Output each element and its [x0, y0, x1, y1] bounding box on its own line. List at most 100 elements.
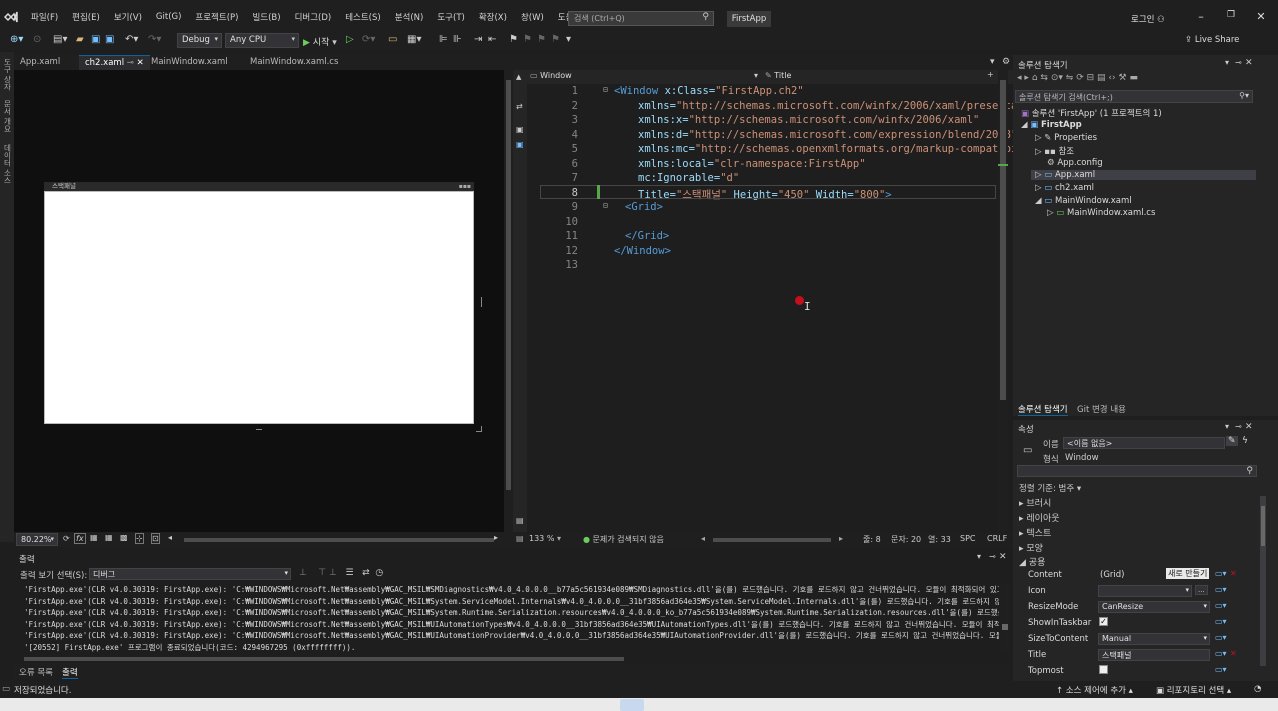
collapsed-icon[interactable]: ▷	[1035, 147, 1042, 157]
menu-test[interactable]: 테스트(S)	[338, 11, 388, 23]
collapse-all-icon[interactable]: ⊟	[1087, 73, 1095, 83]
line-indicator[interactable]: 줄: 8	[863, 534, 881, 545]
bookmark-prev-icon[interactable]: ⚑	[523, 34, 532, 45]
snap-icon[interactable]: ▩	[120, 533, 128, 542]
browse-button[interactable]: ...	[1195, 585, 1208, 595]
forward-icon[interactable]: ▸	[1024, 73, 1029, 83]
editor-horizontal-scrollbar[interactable]	[713, 538, 831, 542]
minimize-button[interactable]: –	[1186, 10, 1216, 23]
expand-icon[interactable]: ◢	[1021, 120, 1028, 130]
properties-icon[interactable]: ⚒	[1119, 73, 1127, 83]
pane-menu-icon[interactable]: ▾	[977, 552, 981, 561]
pin-icon[interactable]: ⊸	[1235, 58, 1242, 67]
new-project-icon[interactable]: ▤▾	[53, 34, 67, 45]
next-message-icon[interactable]: ⊥	[329, 568, 337, 578]
menu-tools[interactable]: 도구(T)	[430, 11, 471, 23]
data-sources-tab[interactable]: 데이터 소스	[2, 144, 13, 184]
property-marker-icon[interactable]: ▭▾	[1215, 617, 1227, 626]
resize-handle-corner[interactable]	[476, 426, 482, 432]
hot-reload-icon[interactable]: ⟳▾	[362, 34, 375, 45]
editor-layout-icon[interactable]: ▤	[516, 534, 524, 543]
start-without-debug-icon[interactable]: ▷	[346, 34, 354, 45]
category-common[interactable]: ◢ 공용	[1019, 555, 1045, 568]
tab-mainwindow-xaml-cs[interactable]: MainWindow.xaml.cs	[244, 55, 344, 70]
line-ending-indicator[interactable]: CRLF	[987, 534, 1007, 543]
category-brush[interactable]: ▸ 브러시	[1019, 496, 1051, 509]
redo-icon[interactable]: ↷▾	[148, 34, 161, 45]
design-vertical-scrollbar[interactable]	[504, 70, 513, 532]
open-icon[interactable]: ▰	[76, 34, 84, 45]
tab-list-icon[interactable]: ▾	[990, 57, 995, 67]
find-message-icon[interactable]: ⊥	[299, 568, 307, 578]
editor-vertical-scrollbar[interactable]	[998, 70, 1008, 532]
pending-changes-icon[interactable]: ⊙▾	[1051, 73, 1063, 83]
clear-all-icon[interactable]: ☰	[345, 568, 353, 578]
new-content-button[interactable]: 새로 만들기	[1166, 568, 1210, 579]
bookmark-next-icon[interactable]: ⚑	[537, 34, 546, 45]
tab-error-list[interactable]: 오류 목록	[19, 666, 53, 678]
tree-project[interactable]: ◢ ▣ FirstApp	[1021, 120, 1082, 130]
menu-window[interactable]: 창(W)	[514, 11, 551, 23]
scroll-left-icon[interactable]: ◂	[701, 534, 705, 543]
sync-icon[interactable]: ⇋	[1066, 73, 1074, 83]
snap-grid-icon[interactable]: ⊹	[135, 533, 144, 544]
config-dropdown[interactable]: Debug ▾	[177, 33, 222, 48]
tree-mainwindow-xaml[interactable]: ◢ ▭ MainWindow.xaml	[1035, 196, 1132, 206]
property-scope-dropdown[interactable]: ✎ Title	[765, 71, 995, 83]
settings-icon[interactable]: ⚙	[1002, 57, 1010, 67]
maximize-button[interactable]: ❐	[1216, 10, 1246, 20]
switch-view-icon[interactable]: ⇆	[1040, 73, 1048, 83]
show-all-icon[interactable]: ▤	[1097, 73, 1106, 83]
resize-handle-right[interactable]	[481, 297, 482, 307]
category-layout[interactable]: ▸ 레이아웃	[1019, 511, 1060, 524]
tree-properties[interactable]: ▷ ✎ Properties	[1035, 133, 1097, 143]
pin-icon[interactable]: ⊸	[989, 552, 996, 561]
collapsed-icon[interactable]: ▷	[1035, 170, 1042, 180]
prop-topmost-checkbox[interactable]	[1099, 665, 1108, 674]
bookmark-icon[interactable]: ⚑	[509, 34, 518, 45]
tab-solution-explorer[interactable]: 솔루션 탐색기	[1018, 403, 1068, 416]
collapsed-icon[interactable]: ▷	[1047, 208, 1054, 218]
code-editor[interactable]: 1 2 3 4 5 6 7 8 9 10 11 12 13 ⊟ ⊟ <Windo…	[527, 84, 1030, 532]
design-horizontal-scrollbar[interactable]	[184, 538, 494, 542]
pane-close-icon[interactable]: ✕	[999, 552, 1007, 562]
outdent-icon[interactable]: ⇤	[488, 34, 496, 45]
tab-ch2-xaml[interactable]: ch2.xaml ⊸ ✕	[79, 55, 150, 70]
property-marker-icon[interactable]: ▭▾	[1215, 665, 1227, 674]
clear-property-icon[interactable]: ✕	[1230, 649, 1237, 658]
back-icon[interactable]: ◂	[1017, 73, 1022, 83]
pane-close-icon[interactable]: ✕	[1245, 58, 1253, 68]
refresh-icon[interactable]: ⟳	[63, 534, 70, 543]
pane-menu-icon[interactable]: ▾	[1225, 58, 1229, 67]
live-share-button[interactable]: ⇪ Live Share	[1185, 35, 1239, 45]
scroll-right-icon[interactable]: ▸	[839, 534, 843, 543]
prop-icon-dropdown[interactable]: ▾	[1098, 585, 1192, 597]
undo-icon[interactable]: ↶▾	[125, 34, 138, 45]
menu-build[interactable]: 빌드(B)	[245, 11, 287, 23]
output-source-dropdown[interactable]: 디버그 ▾	[89, 568, 291, 580]
forward-icon[interactable]: ⊙	[33, 34, 41, 45]
category-appearance[interactable]: ▸ 모양	[1019, 541, 1043, 554]
home-icon[interactable]: ⌂	[1032, 73, 1038, 83]
properties-wrench-icon[interactable]: ✎	[1226, 436, 1238, 446]
scroll-right-icon[interactable]: ▸	[494, 533, 498, 542]
pin-icon[interactable]: ⊸	[127, 58, 134, 68]
tab-output[interactable]: 출력	[62, 666, 78, 679]
start-button[interactable]: ▶ 시작 ▾	[303, 35, 337, 48]
grid-icon[interactable]: ▦	[90, 533, 98, 542]
tab-git-changes[interactable]: Git 변경 내용	[1077, 403, 1126, 415]
search-input[interactable]: 검색 (Ctrl+Q) ⚲	[568, 11, 714, 26]
document-outline-tab[interactable]: 문서 개요	[2, 100, 13, 132]
collapse-icon[interactable]: ⊟	[603, 85, 608, 94]
menu-edit[interactable]: 편집(E)	[65, 11, 107, 23]
menu-view[interactable]: 보기(V)	[107, 11, 149, 23]
refresh-icon[interactable]: ⟳	[1076, 73, 1084, 83]
property-marker-icon[interactable]: ▭▾	[1215, 569, 1227, 578]
word-wrap-icon[interactable]: ⇄	[362, 568, 370, 578]
issues-indicator[interactable]: ● 문제가 검색되지 않음	[583, 534, 664, 545]
properties-search-input[interactable]: ⚲	[1017, 465, 1257, 477]
tree-app-xaml[interactable]: ▷ ▭ App.xaml	[1031, 170, 1256, 180]
platform-dropdown[interactable]: Any CPU ▾	[225, 33, 299, 48]
menu-file[interactable]: 파일(F)	[24, 11, 65, 23]
tab-close-icon[interactable]: ✕	[137, 58, 144, 68]
